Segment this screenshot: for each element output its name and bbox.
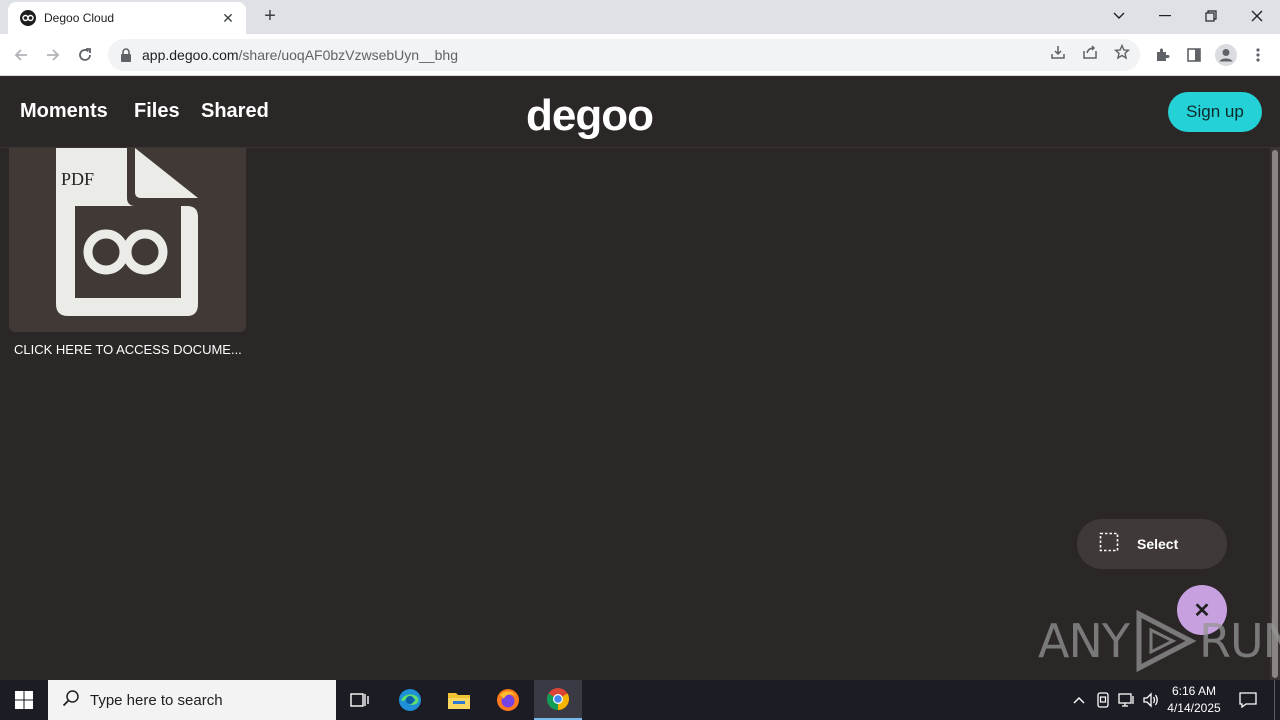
back-icon[interactable] [8,42,34,68]
task-view-icon[interactable] [336,680,384,720]
search-placeholder: Type here to search [90,691,223,709]
chrome-taskbar-icon[interactable] [534,680,582,720]
app-header: Moments Files Shared degoo Sign up [0,77,1280,148]
degoo-logo[interactable]: degoo [526,91,654,141]
file-grid: PDF CLICK HERE TO ACCESS DOCUME... [0,148,1270,680]
show-desktop-divider[interactable] [1274,680,1275,720]
scrollbar-thumb[interactable] [1272,150,1278,678]
clock-time: 6:16 AM [1171,684,1217,698]
url-text: app.degoo.com/share/uoqAF0bzVzwsebUyn__b… [142,47,458,63]
pdf-file-icon: PDF [56,148,198,316]
bookmark-star-icon[interactable] [1112,42,1132,62]
search-icon [62,689,80,712]
select-marquee-icon [1099,532,1119,557]
nav-shared[interactable]: Shared [201,100,269,123]
forward-icon[interactable] [40,42,66,68]
watermark-text-left: ANY [1038,614,1130,668]
degoo-favicon-icon [20,10,36,26]
select-label: Select [1137,536,1179,552]
clock-date: 4/14/2025 [1167,701,1221,715]
minimize-button[interactable] [1142,0,1188,32]
tray-chevron-icon[interactable] [1068,680,1090,720]
browser-tab[interactable]: Degoo Cloud ✕ [8,2,246,34]
install-app-icon[interactable] [1048,42,1068,62]
edge-icon[interactable] [386,680,434,720]
taskbar-search[interactable]: Type here to search [48,680,336,720]
reload-icon[interactable] [72,42,98,68]
side-panel-icon[interactable] [1181,42,1207,68]
clock[interactable]: 6:16 AM 4/14/2025 [1166,683,1222,717]
windows-start-icon[interactable] [0,680,48,720]
share-icon[interactable] [1080,42,1100,62]
taskbar: Type here to search 6:16 AM 4/14/2025 [0,680,1280,720]
select-button[interactable]: Select [1077,519,1227,569]
network-icon[interactable] [1116,680,1138,720]
notifications-icon[interactable] [1234,680,1262,720]
nav-moments[interactable]: Moments [20,100,108,123]
file-card[interactable]: PDF [9,148,246,332]
profile-avatar-icon[interactable] [1213,42,1239,68]
scrollbar[interactable] [1270,148,1280,680]
device-icon[interactable] [1093,680,1113,720]
tab-close-icon[interactable]: ✕ [220,10,236,27]
tab-search-icon[interactable] [1096,0,1142,32]
pdf-badge: PDF [61,169,94,189]
play-logo-icon [1136,610,1197,672]
anyrun-watermark: ANY RUN [1038,610,1280,672]
browser-tab-bar: Degoo Cloud ✕ + [0,0,1280,34]
file-name[interactable]: CLICK HERE TO ACCESS DOCUME... [14,342,242,357]
tab-title: Degoo Cloud [44,11,115,25]
firefox-icon[interactable] [484,680,532,720]
volume-icon[interactable] [1140,680,1162,720]
new-tab-button[interactable]: + [258,5,282,29]
restore-button[interactable] [1188,0,1234,32]
lock-icon[interactable] [120,48,134,62]
address-bar[interactable]: app.degoo.com/share/uoqAF0bzVzwsebUyn__b… [108,39,1140,71]
extensions-icon[interactable] [1149,42,1175,68]
close-window-button[interactable] [1234,0,1280,32]
file-explorer-icon[interactable] [435,680,483,720]
nav-files[interactable]: Files [134,100,180,123]
sign-up-button[interactable]: Sign up [1168,92,1262,132]
watermark-text-right: RUN [1198,614,1280,668]
chrome-menu-icon[interactable] [1245,42,1271,68]
browser-toolbar: app.degoo.com/share/uoqAF0bzVzwsebUyn__b… [0,34,1280,76]
